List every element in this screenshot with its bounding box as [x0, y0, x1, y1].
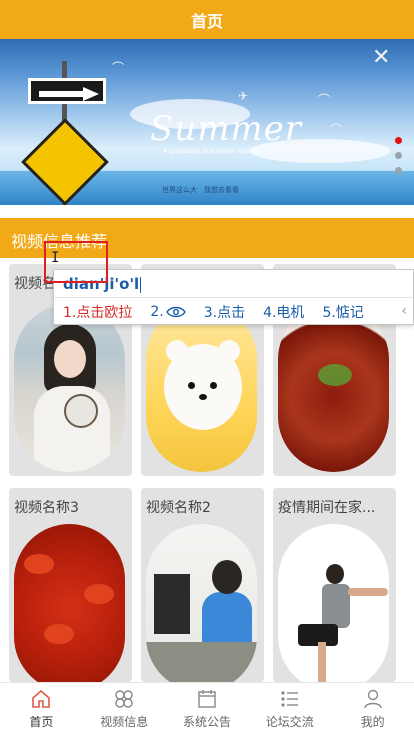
- ime-candidate[interactable]: 4.电机: [263, 302, 304, 322]
- list-icon: [279, 688, 301, 710]
- text-caret: [140, 276, 142, 293]
- eye-icon: [165, 306, 186, 318]
- chevron-left-icon[interactable]: ‹: [401, 303, 407, 319]
- tab-forum[interactable]: 论坛交流: [248, 683, 331, 732]
- video-thumbnail[interactable]: [278, 524, 389, 682]
- carousel-indicator: [395, 137, 402, 174]
- seagull-icon: ✈: [238, 89, 249, 103]
- tab-label: 论坛交流: [265, 715, 314, 729]
- ime-candidate[interactable]: 5.惦记: [322, 302, 363, 322]
- video-card[interactable]: 视频名称2: [141, 488, 264, 682]
- video-thumbnail[interactable]: [146, 304, 257, 472]
- text-cursor-icon: I: [51, 250, 60, 266]
- video-thumbnail[interactable]: [14, 304, 125, 472]
- home-icon: [30, 688, 52, 710]
- banner-headline: Summer: [150, 109, 303, 149]
- ime-candidate-label: 2.: [150, 304, 164, 320]
- ime-candidate[interactable]: 1.点击欧拉: [63, 302, 132, 322]
- video-card[interactable]: 视频名称3: [9, 488, 132, 682]
- grid-icon: [113, 688, 135, 710]
- tab-profile[interactable]: 我的: [331, 683, 414, 732]
- tab-label: 我的: [360, 715, 385, 729]
- arrow-sign-icon: [28, 78, 106, 104]
- calendar-icon: [196, 688, 218, 710]
- banner-carousel[interactable]: Summer A guidebook to summer seaside 世界这…: [0, 39, 414, 205]
- tab-announcements[interactable]: 系统公告: [166, 683, 249, 732]
- ime-candidate[interactable]: 3.点击: [204, 302, 245, 322]
- tab-label: 首页: [29, 715, 54, 729]
- divider: [54, 297, 413, 298]
- app-root: 首页 Summer A guidebook to summer seaside …: [0, 0, 414, 732]
- video-thumbnail[interactable]: [278, 304, 389, 472]
- banner-subline: A guidebook to summer seaside: [163, 148, 260, 155]
- video-card-title: 疫情期间在家...: [278, 500, 376, 516]
- user-icon: [362, 688, 384, 710]
- video-thumbnail[interactable]: [146, 524, 257, 682]
- ime-candidate-list: 1.点击欧拉 2. 3.点击 4.电机 5.惦记: [63, 302, 382, 322]
- page-title: 首页: [190, 11, 223, 31]
- tab-home[interactable]: 首页: [0, 683, 83, 732]
- tab-label: 视频信息: [100, 715, 149, 729]
- carousel-dot[interactable]: [395, 152, 402, 159]
- tab-video-info[interactable]: 视频信息: [83, 683, 166, 732]
- ime-candidate[interactable]: 2.: [150, 302, 186, 322]
- video-card-title: 视频名称2: [146, 500, 211, 516]
- bottom-tab-bar: 首页 视频信息 系统公告 论坛交流 我的: [0, 682, 414, 732]
- carousel-dot[interactable]: [395, 137, 402, 144]
- seagull-icon: ✕: [372, 45, 391, 70]
- seagull-icon: ⌒: [318, 93, 331, 107]
- video-card[interactable]: 疫情期间在家...: [273, 488, 396, 682]
- banner-caption: 世界这么大 我想去看看: [162, 186, 239, 194]
- tab-label: 系统公告: [182, 715, 231, 729]
- seagull-icon: ⌒: [330, 123, 343, 137]
- carousel-dot[interactable]: [395, 167, 402, 174]
- top-header: 首页: [0, 0, 414, 39]
- seagull-icon: ⌒: [112, 61, 125, 75]
- video-card-title: 视频名称3: [14, 500, 79, 516]
- video-thumbnail[interactable]: [14, 524, 125, 682]
